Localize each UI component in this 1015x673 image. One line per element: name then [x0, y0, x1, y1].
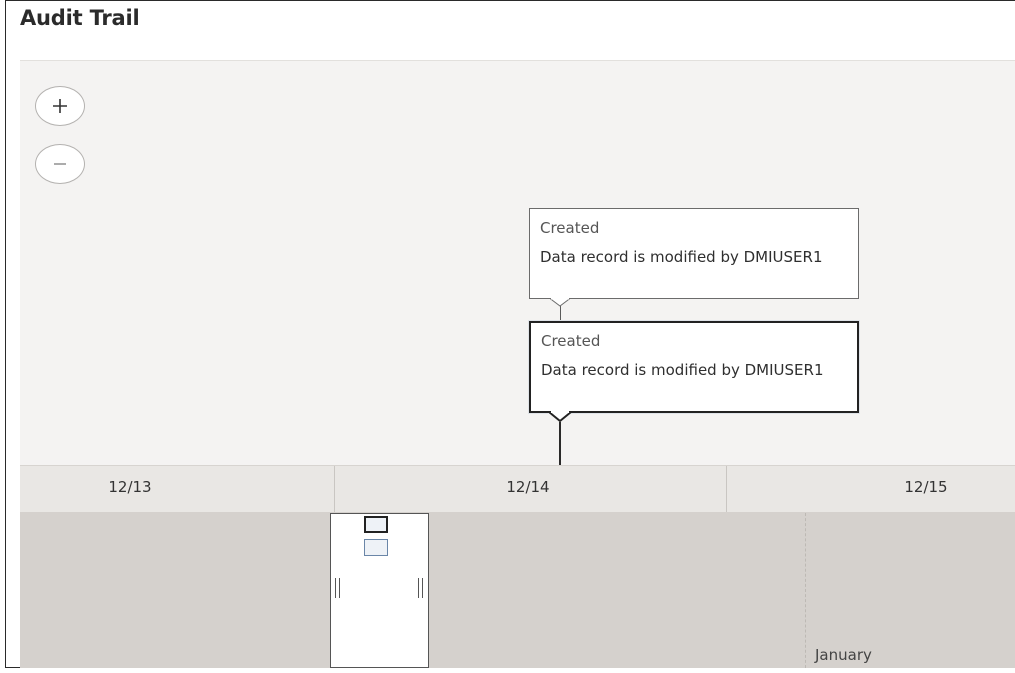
overview-pane[interactable] [20, 512, 1015, 668]
tick-label: 12/13 [108, 478, 152, 496]
month-separator [805, 513, 806, 668]
month-label: January [815, 646, 872, 664]
event-card-pointer [549, 411, 572, 423]
plus-icon [51, 97, 69, 115]
event-axis-line [559, 422, 561, 465]
zoom-out-button[interactable] [35, 144, 85, 184]
zoom-in-button[interactable] [35, 86, 85, 126]
tick-label: 12/14 [506, 478, 550, 496]
tick-label: 12/15 [904, 478, 948, 496]
event-title: Created [540, 219, 600, 237]
event-description: Data record is modified by DMIUSER1 [541, 361, 824, 379]
overview-window-left-handle[interactable] [335, 578, 340, 598]
overview-event-marker[interactable] [364, 539, 388, 556]
event-card-selected[interactable]: Created Data record is modified by DMIUS… [529, 321, 859, 413]
timeline-canvas[interactable] [20, 60, 1015, 466]
event-connector [560, 306, 561, 321]
event-card[interactable]: Created Data record is modified by DMIUS… [529, 208, 859, 299]
event-card-pointer [550, 298, 571, 307]
time-axis: 12/13 12/14 12/15 [20, 465, 1015, 513]
event-title: Created [541, 332, 601, 350]
minus-icon [51, 155, 69, 173]
page-title: Audit Trail [20, 6, 140, 30]
overview-window-right-handle[interactable] [418, 578, 423, 598]
event-description: Data record is modified by DMIUSER1 [540, 248, 823, 266]
tick-separator [726, 466, 727, 513]
overview-window[interactable] [330, 513, 429, 668]
overview-event-marker-selected[interactable] [364, 516, 388, 533]
tick-separator [334, 466, 335, 513]
